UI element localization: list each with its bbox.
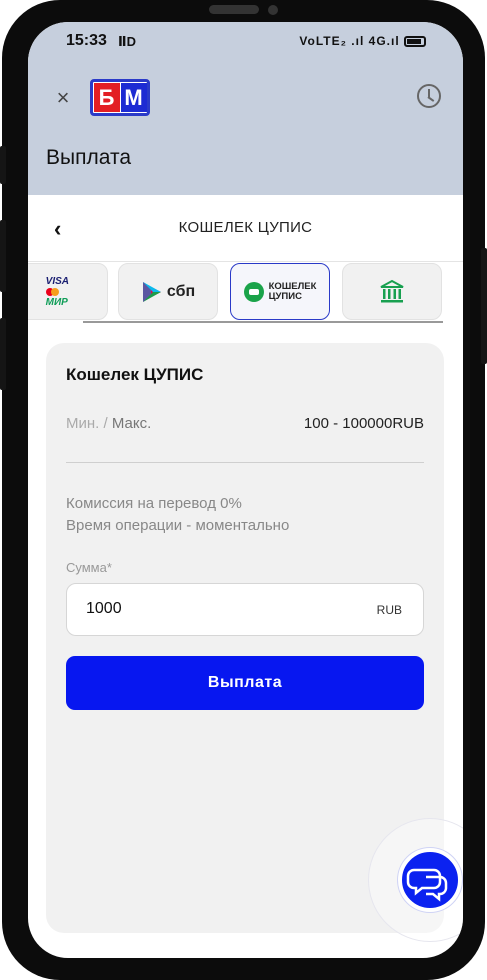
mastercard-logo bbox=[45, 287, 69, 296]
status-bar: 15:33 ⅡD VoLTE₂ .ıl 4G.ıl bbox=[66, 32, 426, 54]
side-button-volume-up bbox=[0, 220, 6, 292]
cupis-logo-icon bbox=[243, 281, 264, 302]
card-title: Кошелек ЦУПИС bbox=[66, 365, 204, 384]
logo-letter-1: Б bbox=[93, 83, 120, 112]
phone-screen: 15:33 ⅡD VoLTE₂ .ıl 4G.ıl × Б М Выплата … bbox=[28, 22, 463, 958]
chat-icon bbox=[406, 868, 448, 902]
payout-button[interactable]: Выплата bbox=[66, 656, 424, 710]
sbp-logo-icon bbox=[142, 281, 161, 302]
chat-button[interactable] bbox=[398, 848, 462, 912]
mir-logo: МИР bbox=[45, 296, 68, 308]
limits-label: Мин. / Макс. bbox=[66, 415, 151, 432]
logo-letter-2: М bbox=[120, 83, 147, 112]
phone-frame: 15:33 ⅡD VoLTE₂ .ıl 4G.ıl × Б М Выплата … bbox=[2, 0, 485, 980]
commission-text: Комиссия на перевод 0% bbox=[66, 495, 242, 512]
visa-logo: VISA bbox=[45, 275, 69, 287]
sbp-label: сбп bbox=[166, 282, 196, 300]
cupis-label-line1: КОШЕЛЕК bbox=[268, 280, 317, 292]
history-clock-icon[interactable] bbox=[417, 84, 441, 108]
max-label: Макс. bbox=[111, 415, 152, 432]
card-divider bbox=[66, 462, 424, 463]
method-title: КОШЕЛЕК ЦУПИС bbox=[178, 219, 313, 236]
brand-logo: Б М bbox=[90, 79, 150, 116]
amount-currency: RUB bbox=[376, 603, 402, 617]
side-button-top bbox=[0, 146, 6, 184]
operation-info: Комиссия на перевод 0% Время операции - … bbox=[66, 493, 289, 537]
page-title: Выплата bbox=[46, 146, 132, 169]
battery-icon bbox=[404, 36, 426, 48]
carousel-scrollbar[interactable] bbox=[83, 321, 443, 323]
method-bank[interactable] bbox=[342, 263, 442, 320]
cupis-label: КОШЕЛЕК ЦУПИС bbox=[268, 280, 317, 302]
method-cupis[interactable]: КОШЕЛЕК ЦУПИС bbox=[230, 263, 330, 320]
operation-time-text: Время операции - моментально bbox=[66, 517, 290, 534]
limits-value: 100 - 100000RUB bbox=[303, 415, 424, 432]
front-camera bbox=[268, 5, 278, 15]
side-button-power bbox=[481, 248, 487, 364]
signal-icons: VoLTE₂ .ıl 4G.ıl bbox=[299, 34, 400, 48]
close-icon[interactable]: × bbox=[52, 85, 74, 111]
side-button-volume-down bbox=[0, 318, 6, 390]
speaker-notch bbox=[209, 5, 259, 14]
back-chevron-icon[interactable]: ‹ bbox=[54, 216, 68, 242]
amount-input[interactable]: 1000 RUB bbox=[66, 583, 424, 636]
amount-value[interactable]: 1000 bbox=[86, 600, 122, 618]
cards-logos: VISA МИР bbox=[45, 275, 69, 308]
cupis-label-line2: ЦУПИС bbox=[268, 290, 302, 302]
bank-icon bbox=[380, 279, 404, 302]
amount-label: Сумма* bbox=[66, 560, 112, 575]
method-cards[interactable]: VISA МИР bbox=[28, 263, 108, 320]
payment-method-carousel[interactable]: VISA МИР сбп КОШЕЛЕК ЦУПИС bbox=[28, 263, 463, 325]
status-left-icons: ⅡD bbox=[118, 34, 136, 49]
status-time: 15:33 bbox=[66, 32, 107, 49]
method-sbp[interactable]: сбп bbox=[118, 263, 218, 320]
divider bbox=[28, 261, 463, 262]
min-label: Мин. / bbox=[66, 415, 108, 432]
status-right-icons: VoLTE₂ .ıl 4G.ıl bbox=[299, 34, 426, 48]
app-header: 15:33 ⅡD VoLTE₂ .ıl 4G.ıl × Б М Выплата bbox=[28, 22, 463, 195]
